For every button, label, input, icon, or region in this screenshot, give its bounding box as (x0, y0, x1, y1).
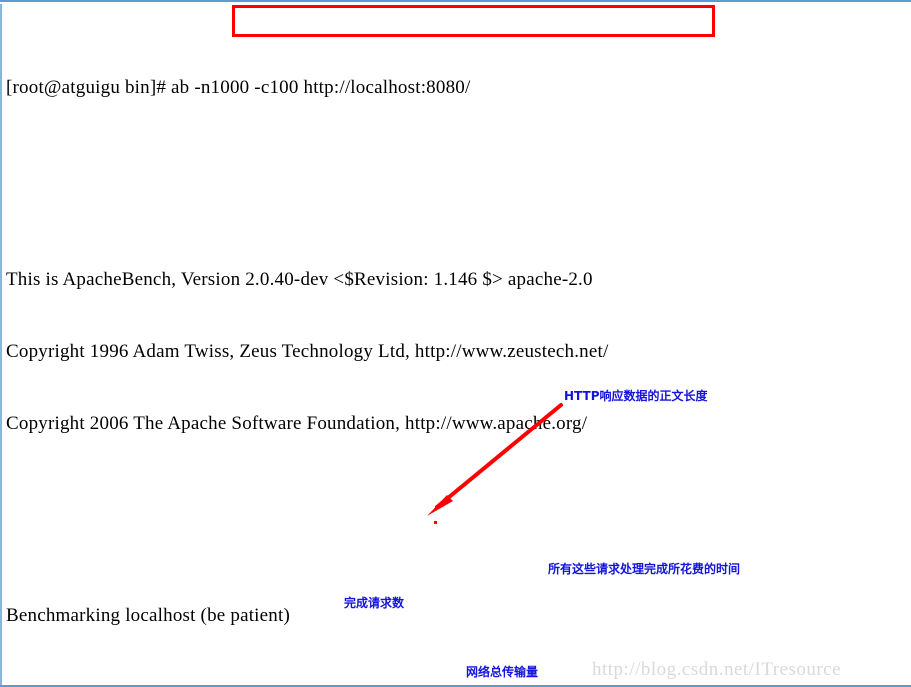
command-line: [root@atguigu bin]# ab -n1000 -c100 http… (6, 76, 906, 100)
shell-command: ab -n1000 -c100 http://localhost:8080/ (171, 77, 471, 98)
benchmarking-line: Benchmarking localhost (be patient) (6, 605, 290, 626)
banner-line-3: Copyright 2006 The Apache Software Found… (6, 413, 588, 434)
terminal-output: [root@atguigu bin]# ab -n1000 -c100 http… (6, 4, 906, 685)
annotation-document-length: HTTP响应数据的正文长度 (564, 389, 708, 403)
annotation-total-transferred: 网络总传输量 (466, 665, 539, 679)
terminal-window: [root@atguigu bin]# ab -n1000 -c100 http… (0, 0, 911, 687)
shell-prompt: [root@atguigu bin]# (6, 77, 167, 98)
watermark-url: http://blog.csdn.net/ITresource (592, 659, 842, 680)
annotation-complete-requests: 完成请求数 (344, 596, 405, 610)
banner-line-2: Copyright 1996 Adam Twiss, Zeus Technolo… (6, 341, 609, 362)
annotation-time-taken: 所有这些请求处理完成所花费的时间 (548, 562, 741, 576)
red-dot-marker (434, 521, 437, 524)
banner-line-1: This is ApacheBench, Version 2.0.40-dev … (6, 269, 593, 290)
window-left-border (0, 4, 2, 685)
